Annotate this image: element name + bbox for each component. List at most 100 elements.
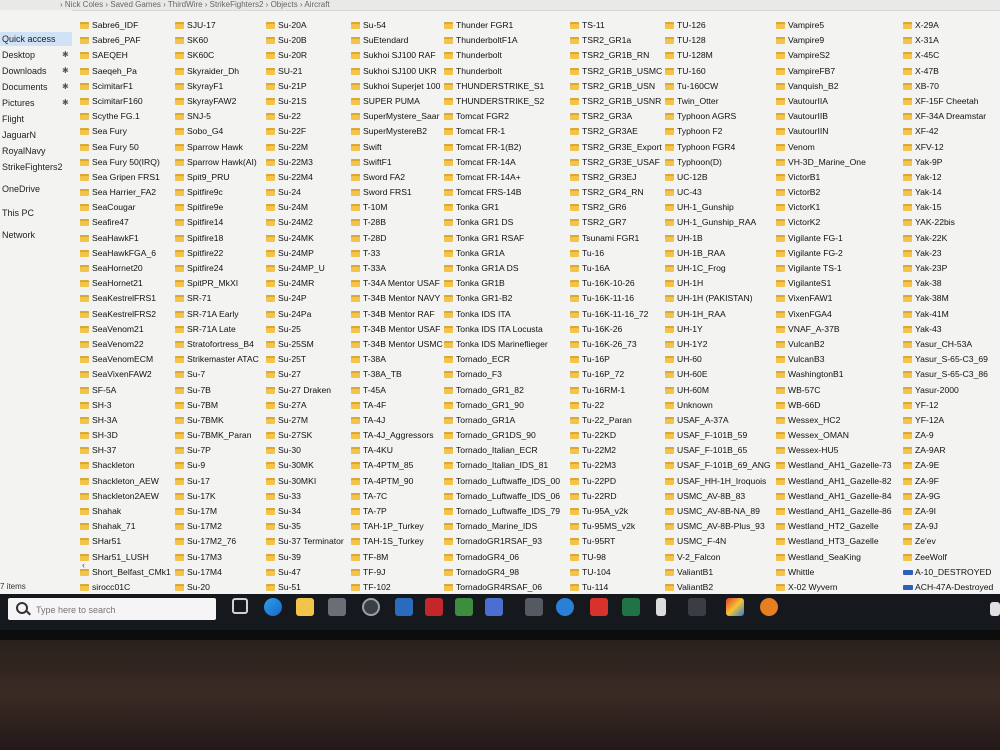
folder-item[interactable]: Tu-160CW [665,79,783,94]
folder-item[interactable]: Westland_AH1_Gazelle-86 [776,504,894,519]
folder-item[interactable]: XF-34A Dreamstar [903,109,1000,124]
folder-item[interactable]: USAF_HH-1H_Iroquois [665,474,783,489]
folder-item[interactable]: USAF_F-101B_65 [665,443,783,458]
app-icon[interactable] [395,598,413,616]
folder-item[interactable]: Yasur_CH-53A [903,337,1000,352]
folder-item[interactable]: USAF_F-101B_59 [665,428,783,443]
folder-item[interactable]: VautourIIB [776,109,894,124]
folder-item[interactable]: TU-160 [665,64,783,79]
folder-item[interactable]: Tornado_Luftwaffe_IDS_00 [444,474,562,489]
folder-item[interactable]: TU-126 [665,18,783,33]
folder-item[interactable]: ValiantB2 [665,580,783,595]
folder-item[interactable]: ZA-9E [903,458,1000,473]
folder-item[interactable]: UH-1H [665,276,783,291]
folder-item[interactable]: Tornado_GR1DS_90 [444,428,562,443]
folder-item[interactable]: Yak-9P [903,155,1000,170]
folder-item[interactable]: Tonka IDS ITA [444,307,562,322]
folder-item[interactable]: VulcanB2 [776,337,894,352]
folder-item[interactable]: UH-60E [665,367,783,382]
folder-item[interactable]: Vigilante FG-2 [776,246,894,261]
folder-item[interactable]: VulcanB3 [776,352,894,367]
folder-item[interactable]: TornadoGR1RSAF_93 [444,534,562,549]
folder-item[interactable]: UH-1B [665,231,783,246]
folder-item[interactable]: VampireFB7 [776,64,894,79]
folder-item[interactable]: Westland_AH1_Gazelle-84 [776,489,894,504]
folder-item[interactable]: Tomcat FR-14A+ [444,170,562,185]
folder-item[interactable]: VampireS2 [776,48,894,63]
taskbar-search-box[interactable] [8,598,216,620]
folder-item[interactable]: ZA-9I [903,504,1000,519]
app-icon[interactable] [425,598,443,616]
nav-item-quick-access[interactable]: Quick access [0,32,72,46]
folder-item[interactable]: Yak-23 [903,246,1000,261]
folder-item[interactable]: Westland_SeaKing [776,550,894,565]
folder-item[interactable]: UC-43 [665,185,783,200]
folder-item[interactable]: VixenFGA4 [776,307,894,322]
folder-item[interactable]: Tonka GR1-B2 [444,291,562,306]
folder-item[interactable]: Yak-15 [903,200,1000,215]
folder-item[interactable]: UC-12B [665,170,783,185]
folder-item[interactable]: XF-42 [903,124,1000,139]
folder-item[interactable]: Yak-43 [903,322,1000,337]
folder-item[interactable]: Tonka GR1 [444,200,562,215]
folder-item[interactable]: Typhoon AGRS [665,109,783,124]
folder-item[interactable]: UH-1Y2 [665,337,783,352]
folder-item[interactable]: Yak-23P [903,261,1000,276]
address-bar[interactable]: › Nick Coles › Saved Games › ThirdWire ›… [0,0,1000,11]
folder-item[interactable]: USMC_F-4N [665,534,783,549]
chevron-left-icon[interactable]: ‹ [82,560,85,570]
folder-item[interactable]: VictorB1 [776,170,894,185]
store-icon[interactable] [328,598,346,616]
folder-item[interactable]: Tornado_ECR [444,352,562,367]
folder-item[interactable]: XB-70 [903,79,1000,94]
app-icon[interactable] [656,598,666,616]
file-item[interactable]: A-10_DESTROYED [903,565,1000,580]
folder-item[interactable]: Wessex_HC2 [776,413,894,428]
app-icon[interactable] [990,602,1000,616]
folder-item[interactable]: ThunderboltF1A [444,33,562,48]
folder-item[interactable]: Yak-38M [903,291,1000,306]
folder-item[interactable]: Tornado_Italian_ECR [444,443,562,458]
folder-item[interactable]: VautourIIN [776,124,894,139]
folder-item[interactable]: VH-3D_Marine_One [776,155,894,170]
folder-item[interactable]: UH-1_Gunship [665,200,783,215]
folder-item[interactable]: YF-12A [903,413,1000,428]
folder-item[interactable]: VigilanteS1 [776,276,894,291]
app-icon[interactable] [726,598,744,616]
folder-item[interactable]: Tonka IDS Marineflieger [444,337,562,352]
folder-item[interactable]: X-29A [903,18,1000,33]
folder-item[interactable]: Tornado_Marine_IDS [444,519,562,534]
nav-item-this-pc[interactable]: This PC [2,206,34,220]
folder-item[interactable]: UH-1C_Frog [665,261,783,276]
folder-item[interactable]: Tornado_GR1A [444,413,562,428]
folder-item[interactable]: Westland_HT2_Gazelle [776,519,894,534]
folder-item[interactable]: Tonka IDS ITA Locusta [444,322,562,337]
folder-item[interactable]: VixenFAW1 [776,291,894,306]
folder-item[interactable]: Whittle [776,565,894,580]
folder-item[interactable]: Tonka GR1A [444,246,562,261]
folder-item[interactable]: TornadoGR4RSAF_06 [444,580,562,595]
folder-item[interactable]: Yak-14 [903,185,1000,200]
folder-item[interactable]: ZA-9F [903,474,1000,489]
nav-item-network[interactable]: Network [2,228,35,242]
folder-item[interactable]: Westland_AH1_Gazelle-73 [776,458,894,473]
nav-item-strikefighters2[interactable]: StrikeFighters2 [2,160,63,174]
folder-item[interactable]: UH-1H_RAA [665,307,783,322]
folder-item[interactable]: UH-1H (PAKISTAN) [665,291,783,306]
folder-item[interactable]: Tomcat FGR2 [444,109,562,124]
file-explorer-icon[interactable] [296,598,314,616]
folder-item[interactable]: THUNDERSTRIKE_S1 [444,79,562,94]
folder-item[interactable]: Tonka GR1 DS [444,215,562,230]
folder-item[interactable]: Yasur_S-65-C3_86 [903,367,1000,382]
folder-item[interactable]: Typhoon(D) [665,155,783,170]
folder-item[interactable]: VictorK2 [776,215,894,230]
file-item[interactable]: ACH-47A-Destroyed [903,580,1000,595]
folder-item[interactable]: UH-60M [665,383,783,398]
folder-item[interactable]: ValiantB1 [665,565,783,580]
folder-item[interactable]: WB-57C [776,383,894,398]
folder-item[interactable]: ZA-9AR [903,443,1000,458]
folder-item[interactable]: Wessex_OMAN [776,428,894,443]
folder-item[interactable]: ZA-9J [903,519,1000,534]
folder-item[interactable]: Tomcat FRS-14B [444,185,562,200]
nav-item-pictures[interactable]: Pictures ✱ [2,96,69,110]
